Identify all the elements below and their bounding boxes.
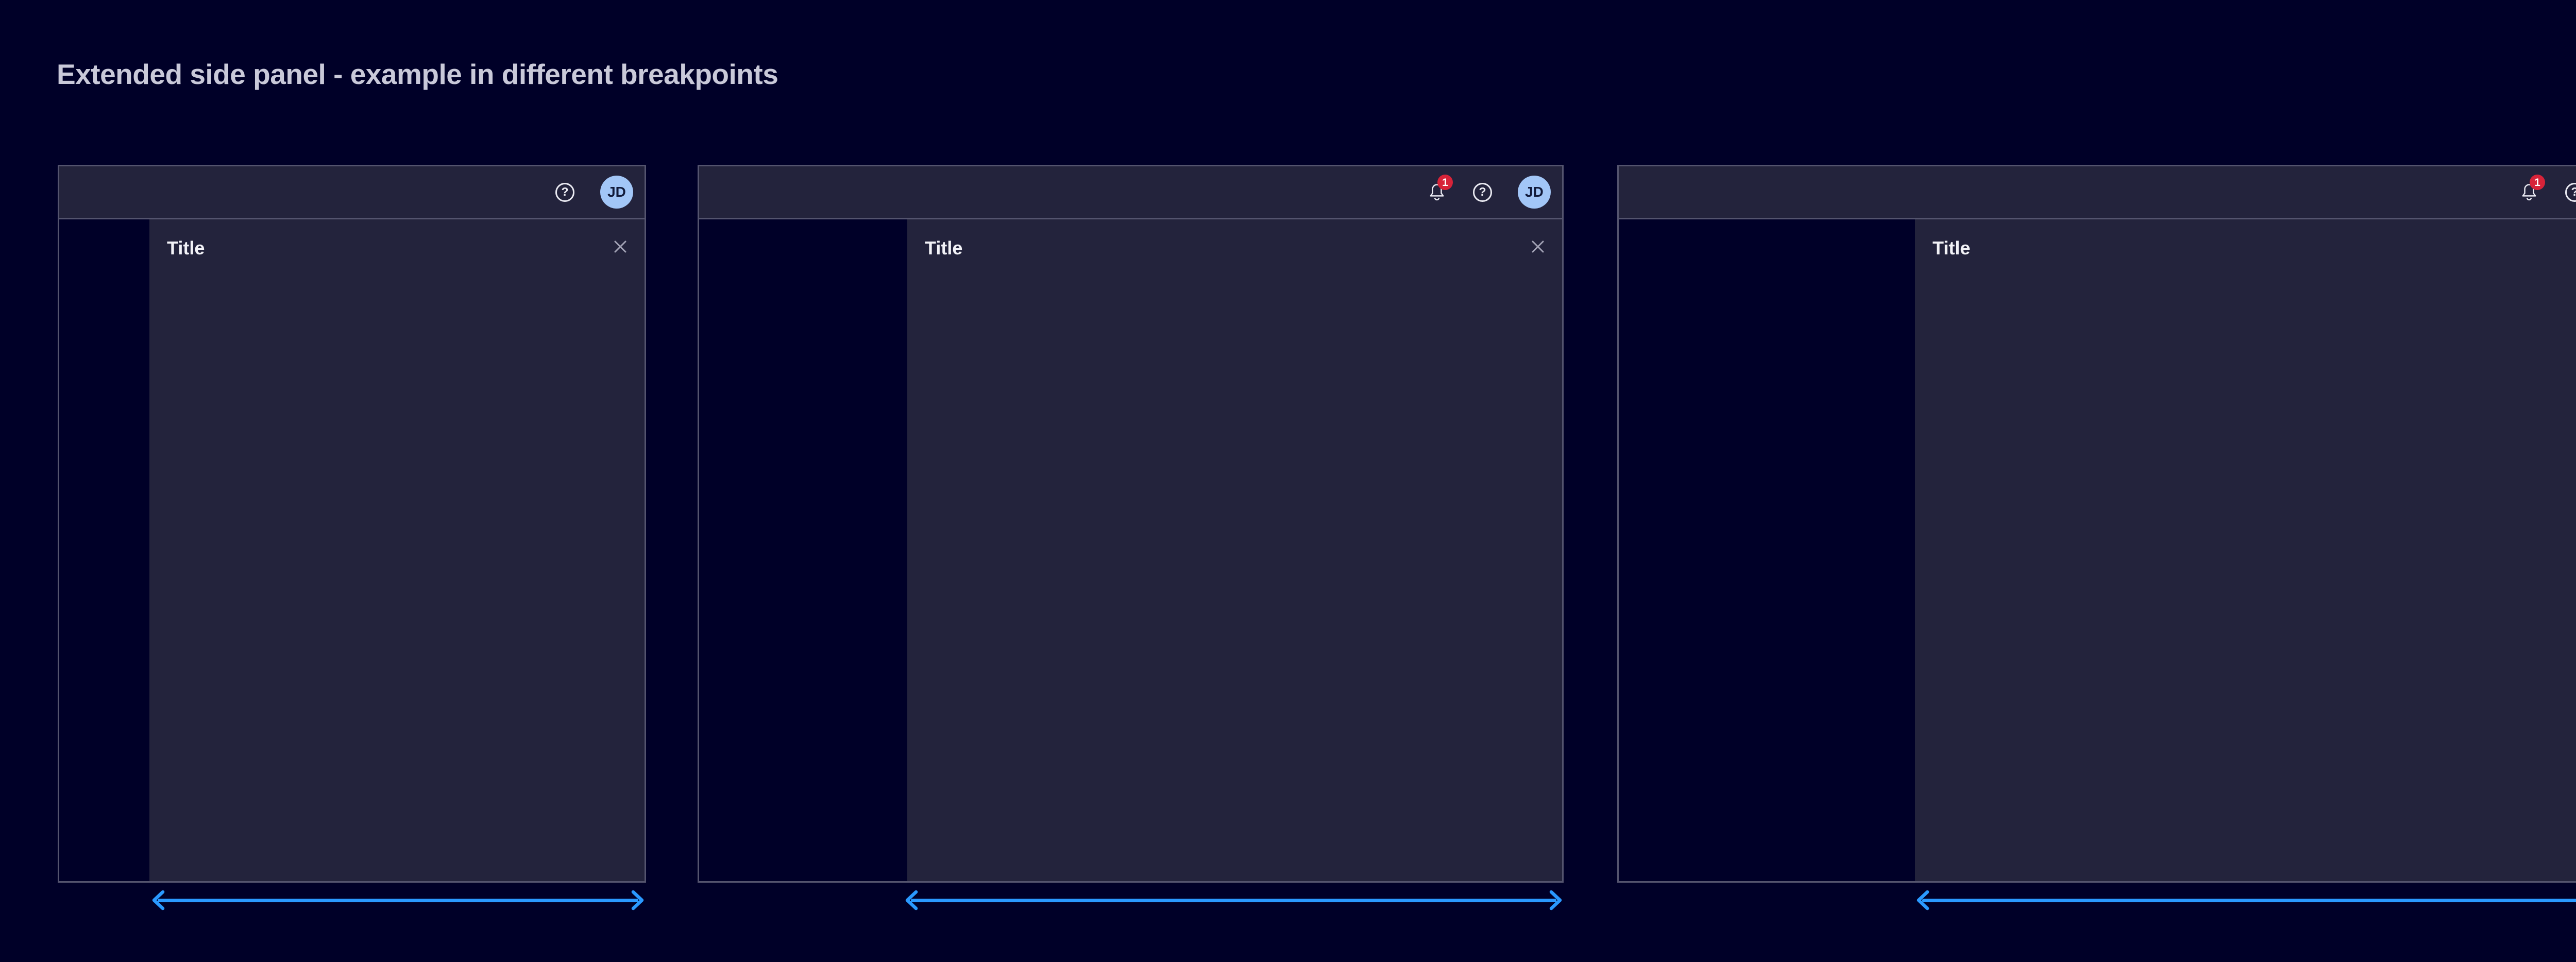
help-button[interactable]: ? xyxy=(555,183,574,202)
breakpoint-frame-large: 1 ? JD Title xyxy=(1617,165,2576,883)
breakpoint-frame-medium: 1 ? JD Title xyxy=(698,165,1564,883)
panel-width-arrow-medium xyxy=(905,888,1563,913)
help-button[interactable]: ? xyxy=(2565,183,2576,202)
extended-side-panel: Title xyxy=(149,219,645,881)
side-panel-header: Title xyxy=(1915,219,2576,259)
page-title: Extended side panel - example in differe… xyxy=(57,58,778,91)
extended-side-panel: Title xyxy=(1915,219,2576,881)
arrow-right-chevron-icon xyxy=(1549,888,1563,913)
help-button[interactable]: ? xyxy=(1473,183,1492,202)
notifications-button[interactable]: 1 xyxy=(1427,182,1447,202)
app-header: 1 ? JD xyxy=(699,166,1562,219)
extended-side-panel: Title xyxy=(907,219,1562,881)
app-content-behind-panel xyxy=(699,219,907,881)
app-body: Title xyxy=(1619,219,2576,881)
notification-badge: 1 xyxy=(1437,175,1453,190)
user-avatar[interactable]: JD xyxy=(1518,176,1551,209)
help-icon: ? xyxy=(561,186,568,198)
notifications-button[interactable]: 1 xyxy=(2519,182,2539,202)
arrow-shaft xyxy=(1922,899,2576,902)
close-button[interactable] xyxy=(613,239,628,254)
user-avatar[interactable]: JD xyxy=(600,176,633,209)
side-panel-title: Title xyxy=(925,237,962,259)
app-content-behind-panel xyxy=(1619,219,1915,881)
close-x-icon xyxy=(613,239,628,254)
side-panel-title: Title xyxy=(1933,237,1970,259)
side-panel-header: Title xyxy=(907,219,1562,259)
app-body: Title xyxy=(59,219,645,881)
app-content-behind-panel xyxy=(59,219,149,881)
help-icon: ? xyxy=(2571,186,2576,198)
panel-width-arrow-small xyxy=(151,888,645,913)
arrow-shaft xyxy=(158,899,638,902)
close-x-icon xyxy=(1530,239,1546,254)
panel-width-arrow-large xyxy=(1916,888,2576,913)
side-panel-header: Title xyxy=(149,219,645,259)
app-body: Title xyxy=(699,219,1562,881)
breakpoint-frame-small: ? JD Title xyxy=(58,165,646,883)
app-header: ? JD xyxy=(59,166,645,219)
app-header: 1 ? JD xyxy=(1619,166,2576,219)
help-icon: ? xyxy=(1479,186,1486,198)
side-panel-title: Title xyxy=(167,237,205,259)
close-button[interactable] xyxy=(1530,239,1546,254)
notification-badge: 1 xyxy=(2530,175,2545,190)
arrow-right-chevron-icon xyxy=(631,888,645,913)
arrow-shaft xyxy=(911,899,1556,902)
